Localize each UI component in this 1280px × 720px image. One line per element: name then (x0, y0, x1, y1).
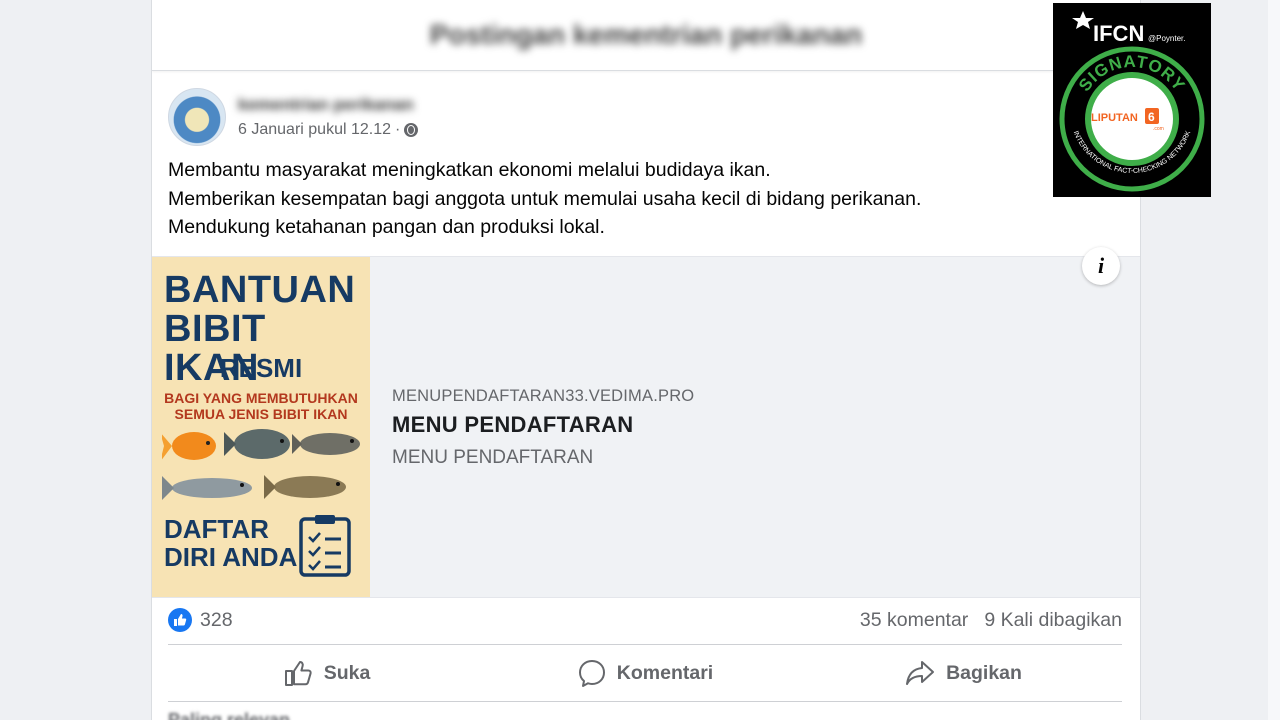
clipboard-icon (299, 515, 351, 577)
like-label: Suka (323, 661, 371, 684)
comment-button[interactable]: Komentari (486, 646, 804, 700)
link-domain: MENUPENDAFTARAN33.VEDIMA.PRO (392, 387, 695, 405)
post-timestamp-row: 6 Januari pukul 12.12 · (238, 121, 419, 139)
divider (168, 701, 1122, 702)
ad-subtitle-line: SEMUA JENIS BIBIT IKAN (174, 406, 348, 422)
divider (168, 644, 1122, 645)
post-meta: kementrian perikanan 6 Januari pukul 12.… (238, 95, 419, 139)
ad-title-line: BANTUAN (164, 269, 356, 311)
share-count[interactable]: 9 Kali dibagikan (984, 609, 1122, 632)
svg-text:6: 6 (1148, 110, 1155, 124)
svg-text:LIPUTAN: LIPUTAN (1091, 112, 1138, 124)
globe-icon (404, 123, 419, 137)
share-button[interactable]: Bagikan (804, 646, 1122, 700)
tilapia-icon (224, 429, 290, 459)
post-line: Memberikan kesempatan bagi anggota untuk… (168, 187, 922, 210)
link-description: MENU PENDAFTARAN (392, 447, 594, 468)
page-header: Postingan kementrian perikanan (152, 0, 1140, 71)
link-info[interactable]: MENUPENDAFTARAN33.VEDIMA.PRO MENU PENDAF… (392, 387, 694, 469)
comment-label: Komentari (616, 661, 714, 684)
ad-resmi: RESMI (219, 353, 303, 383)
milkfish-icon (162, 476, 252, 500)
ifcn-signatory-badge: IFCN @Poynter. SIGNATORY INTERNATIONAL F… (1053, 3, 1211, 197)
link-preview[interactable]: BANTUAN BIBIT IKAN RESMI BAGI YANG MEMBU… (152, 247, 1140, 598)
like-button[interactable]: Suka (168, 646, 486, 700)
like-count: 328 (200, 608, 233, 631)
like-reaction-icon (168, 608, 192, 632)
ad-subtitle: BAGI YANG MEMBUTUHKAN SEMUA JENIS BIBIT … (152, 390, 370, 422)
post-line: Membantu masyarakat meningkatkan ekonomi… (168, 159, 771, 181)
comments-sort-dropdown[interactable]: Paling relevan (168, 710, 290, 720)
avatar[interactable] (168, 88, 226, 146)
reactions[interactable]: 328 (168, 608, 233, 632)
ad-subtitle-line: BAGI YANG MEMBUTUHKAN (164, 390, 358, 406)
carp-icon (264, 475, 346, 499)
thumbs-up-icon (284, 661, 312, 686)
share-icon (906, 661, 935, 685)
page-title: Postingan kementrian perikanan (429, 19, 863, 50)
share-label: Bagikan (946, 661, 1022, 684)
goldfish-icon (162, 432, 216, 460)
post-text: Membantu masyarakat meningkatkan ekonomi… (168, 156, 921, 242)
comment-count[interactable]: 35 komentar (860, 609, 968, 632)
ifcn-text: IFCN (1093, 21, 1144, 46)
page-scroll-edge (1268, 0, 1280, 720)
poynter-text: @Poynter. (1148, 34, 1185, 43)
catfish-icon (292, 433, 360, 455)
ad-image[interactable]: BANTUAN BIBIT IKAN RESMI BAGI YANG MEMBU… (152, 257, 370, 597)
ad-cta: DAFTAR DIRI ANDA (164, 515, 297, 571)
action-bar: Suka Komentari Bagikan (168, 646, 1122, 700)
post-stats: 328 35 komentar 9 Kali dibagikan (168, 604, 1122, 636)
ad-cta-line: DAFTAR (164, 514, 269, 544)
info-button[interactable]: i (1082, 247, 1120, 285)
post-line: Mendukung ketahanan pangan dan produksi … (168, 216, 605, 238)
fish-illustration (162, 429, 360, 500)
comment-icon (578, 660, 605, 687)
engagement-counts: 35 komentar 9 Kali dibagikan (860, 609, 1122, 632)
separator: · (395, 121, 401, 138)
post-header: kementrian perikanan 6 Januari pukul 12.… (168, 88, 419, 146)
page-name-link[interactable]: kementrian perikanan (238, 95, 418, 115)
ad-cta-line: DIRI ANDA (164, 542, 298, 572)
post-timestamp[interactable]: 6 Januari pukul 12.12 (238, 121, 391, 139)
link-title: MENU PENDAFTARAN (392, 412, 634, 437)
post-card: Postingan kementrian perikanan kementria… (151, 0, 1141, 720)
svg-text:.com: .com (1153, 126, 1164, 132)
